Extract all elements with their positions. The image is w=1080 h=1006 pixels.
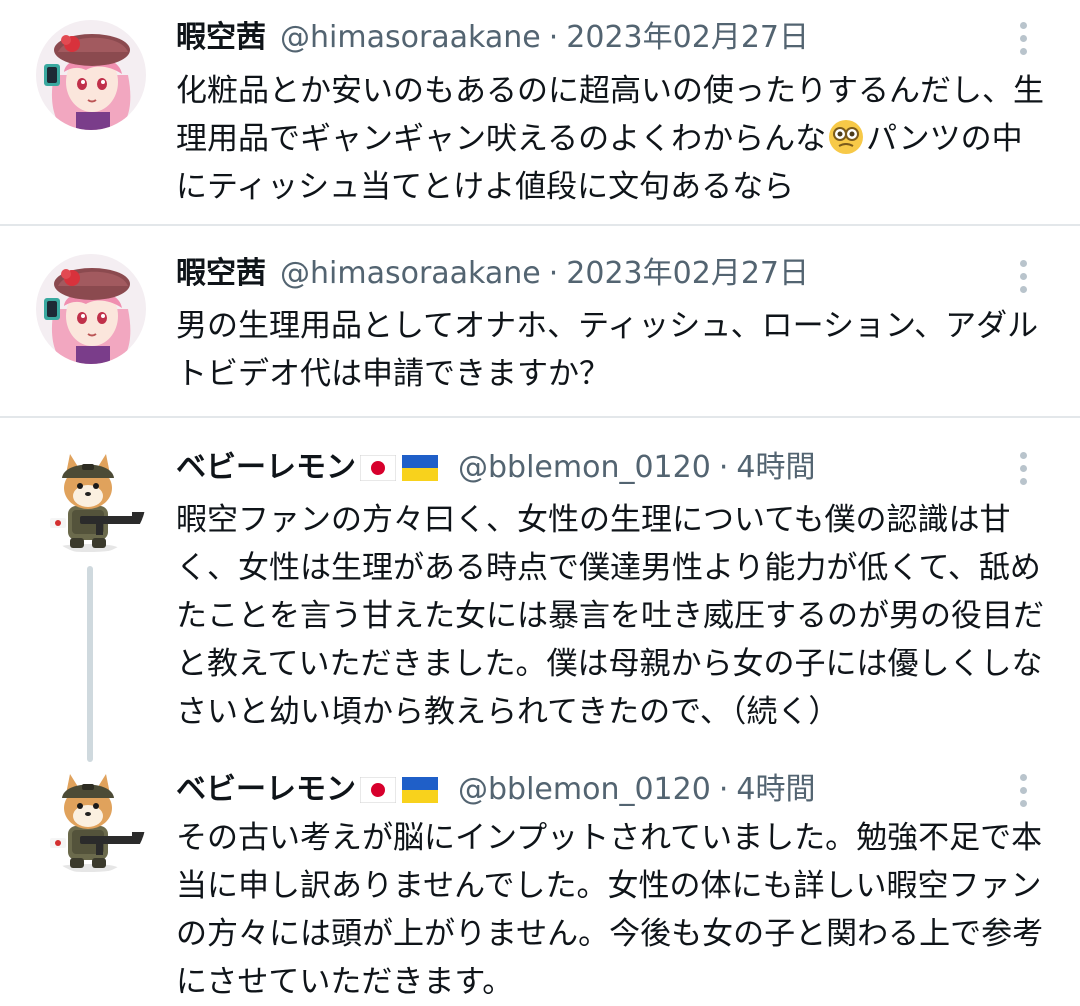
tweet-text: 暇空ファンの方々曰く、女性の生理についても僕の認識は甘 く、女性は生理がある時点… (176, 496, 1056, 736)
display-name[interactable]: 暇空茜 (176, 18, 266, 58)
japan-flag-icon (360, 777, 396, 803)
timestamp[interactable]: 2023年02月27日 (566, 18, 809, 58)
text-line: の方々には頭が上がりません。今後も女の子と関わる上で参考 (176, 916, 1044, 952)
more-options-icon[interactable] (1008, 18, 1038, 58)
text-line: にティッシュ当てとけよ値段に文句あるなら (176, 169, 795, 205)
text-line-segment: パンツの中 (866, 121, 1023, 157)
avatar[interactable] (36, 254, 146, 364)
user-handle[interactable]: @bblemon_0120 (458, 448, 711, 488)
user-handle[interactable]: @himasoraakane (280, 18, 541, 58)
tweet[interactable]: ベビーレモン @bblemon_0120 · 4時間 暇空ファンの方々曰く、女性… (0, 418, 1080, 762)
tweet-text: その古い考えが脳にインプットされていました。勉強不足で本 当に申し訳ありませんで… (176, 814, 1056, 1006)
tweet[interactable]: 暇空茜 @himasoraakane · 2023年02月27日 男の生理用品と… (0, 226, 1080, 416)
text-line: 当に申し訳ありませんでした。女性の体にも詳しい暇空ファン (176, 868, 1042, 904)
timestamp[interactable]: 2023年02月27日 (566, 254, 809, 294)
text-line: 理用品でギャンギャン吠えるのよくわからんな パンツの中 (176, 115, 1056, 163)
text-line: 暇空ファンの方々曰く、女性の生理についても僕の認識は甘 (176, 502, 1011, 538)
more-options-icon[interactable] (1008, 256, 1038, 296)
flag-group (360, 777, 444, 803)
text-line: さいと幼い頃から教えられてきたので、（続く） (176, 694, 840, 730)
timeline: 暇空茜 @himasoraakane · 2023年02月27日 化粧品とか安い… (0, 0, 1080, 1006)
display-name[interactable]: ベビーレモン (176, 770, 356, 810)
avatar[interactable] (36, 444, 146, 554)
tweet[interactable]: ベビーレモン @bblemon_0120 · 4時間 その古い考えが脳にインプッ… (0, 748, 1080, 1006)
thread-connector-line (87, 566, 93, 762)
flag-group (360, 455, 444, 481)
text-line: く、女性は生理がある時点で僕達男性より能力が低くて、舐め (176, 550, 1041, 586)
text-line: と教えていただきました。僕は母親から女の子には優しくしな (176, 646, 1043, 682)
user-handle[interactable]: @himasoraakane (280, 254, 541, 294)
face-with-monocle-emoji-icon (829, 120, 864, 154)
timestamp[interactable]: 4時間 (736, 770, 815, 810)
text-line: トビデオ代は申請できますか？ (176, 356, 610, 392)
more-options-icon[interactable] (1008, 448, 1038, 488)
text-line: 男の生理用品としてオナホ、ティッシュ、ローション、アダル (176, 308, 1039, 344)
more-options-icon[interactable] (1008, 770, 1038, 810)
text-line: その古い考えが脳にインプットされていました。勉強不足で本 (176, 820, 1043, 856)
timestamp[interactable]: 4時間 (736, 448, 815, 488)
ukraine-flag-icon (402, 777, 438, 803)
tweet-text: 男の生理用品としてオナホ、ティッシュ、ローション、アダル トビデオ代は申請できま… (176, 302, 1056, 398)
display-name[interactable]: ベビーレモン (176, 448, 356, 488)
tweet-text: 化粧品とか安いのもあるのに超高いの使ったりするんだし、生 理用品でギャンギャン吠… (176, 67, 1056, 211)
separator-dot: · (548, 256, 559, 291)
text-line: 化粧品とか安いのもあるのに超高いの使ったりするんだし、生 (176, 73, 1044, 109)
tweet-header: 暇空茜 @himasoraakane · 2023年02月27日 (176, 254, 809, 294)
tweet[interactable]: 暇空茜 @himasoraakane · 2023年02月27日 化粧品とか安い… (0, 0, 1080, 224)
text-line: たことを言う甘えた女には暴言を吐き威圧するのが男の役目だ (176, 598, 1044, 634)
user-handle[interactable]: @bblemon_0120 (458, 770, 711, 810)
tweet-header: ベビーレモン @bblemon_0120 · 4時間 (176, 770, 815, 810)
avatar[interactable] (36, 764, 146, 874)
display-name[interactable]: 暇空茜 (176, 254, 266, 294)
tweet-header: ベビーレモン @bblemon_0120 · 4時間 (176, 448, 815, 488)
separator-dot: · (718, 450, 729, 485)
ukraine-flag-icon (402, 455, 438, 481)
text-line: にさせていただきます。 (176, 964, 514, 1000)
separator-dot: · (548, 20, 559, 55)
japan-flag-icon (360, 455, 396, 481)
separator-dot: · (718, 772, 729, 807)
avatar[interactable] (36, 20, 146, 130)
tweet-header: 暇空茜 @himasoraakane · 2023年02月27日 (176, 18, 809, 58)
text-line-segment: 理用品でギャンギャン吠えるのよくわからんな (176, 121, 827, 157)
